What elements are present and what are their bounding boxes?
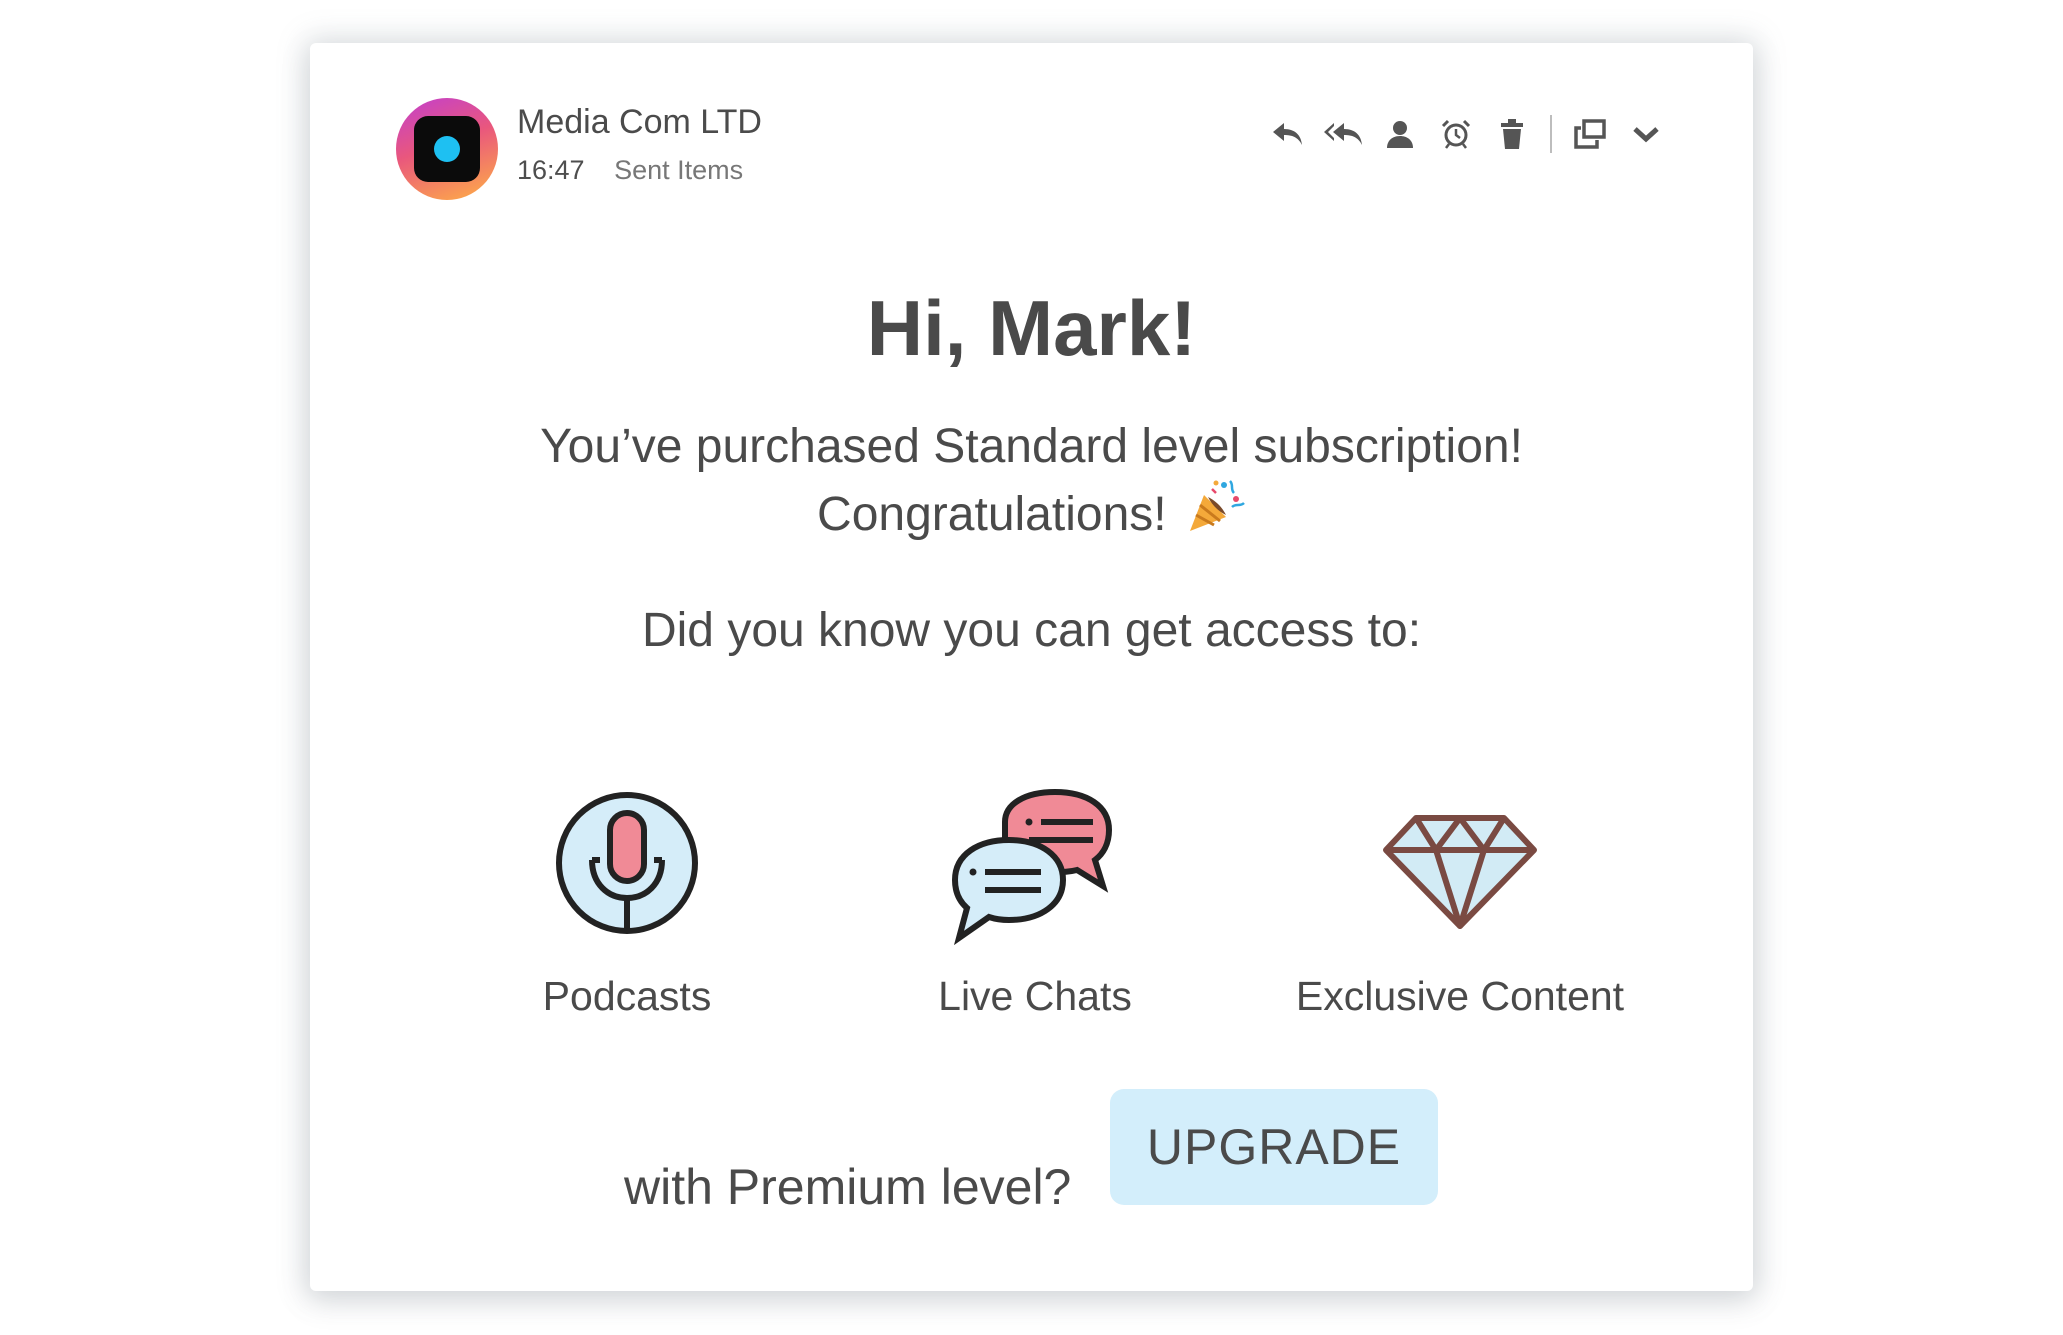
trash-icon	[1501, 119, 1523, 149]
email-meta: 16:47 Sent Items	[517, 155, 743, 186]
purchase-message: You’ve purchased Standard level subscrip…	[540, 420, 1523, 473]
alarm-clock-icon	[1441, 119, 1471, 149]
snooze-button[interactable]	[1428, 109, 1484, 159]
sender-name: Media Com LTD	[517, 103, 762, 141]
feature-icon-wrap	[1250, 788, 1670, 930]
feature-label: Exclusive Content	[1295, 973, 1625, 1019]
popout-icon	[1574, 119, 1606, 149]
more-button[interactable]	[1618, 109, 1674, 159]
congrats-text: Congratulations!	[817, 488, 1167, 541]
congrats-line: Congratulations!	[310, 480, 1753, 547]
app-logo-icon	[414, 116, 480, 182]
party-popper-icon	[1186, 477, 1246, 547]
reply-all-icon	[1324, 123, 1362, 145]
feature-icon-wrap	[825, 788, 1245, 948]
reply-button[interactable]	[1260, 109, 1316, 159]
delete-button[interactable]	[1484, 109, 1540, 159]
upgrade-button[interactable]: UPGRADE	[1110, 1089, 1438, 1205]
access-question: Did you know you can get access to:	[641, 604, 1422, 657]
reply-icon	[1273, 123, 1302, 145]
greeting-heading: Hi, Mark!	[866, 284, 1197, 372]
email-card: Media Com LTD 16:47 Sent Items Hi, Mark!…	[310, 43, 1753, 1291]
person-icon	[1387, 121, 1413, 148]
email-time: 16:47	[517, 155, 585, 185]
email-toolbar	[1260, 109, 1674, 159]
diamond-icon	[1383, 815, 1537, 929]
chat-bubbles-icon	[951, 788, 1113, 946]
popout-button[interactable]	[1562, 109, 1618, 159]
logo-dot	[434, 136, 460, 162]
reply-all-button[interactable]	[1316, 109, 1372, 159]
feature-icon-wrap	[417, 788, 837, 938]
email-folder: Sent Items	[614, 155, 744, 185]
email-viewer: Media Com LTD 16:47 Sent Items Hi, Mark!…	[0, 0, 2063, 1335]
feature-label: Podcasts	[542, 973, 712, 1019]
chevron-down-icon	[1633, 127, 1659, 143]
microphone-icon	[556, 792, 698, 934]
sender-avatar[interactable]	[396, 98, 498, 200]
contact-button[interactable]	[1372, 109, 1428, 159]
feature-label: Live Chats	[938, 973, 1132, 1019]
toolbar-divider	[1550, 115, 1552, 153]
premium-prompt: with Premium level?	[624, 1159, 1072, 1215]
